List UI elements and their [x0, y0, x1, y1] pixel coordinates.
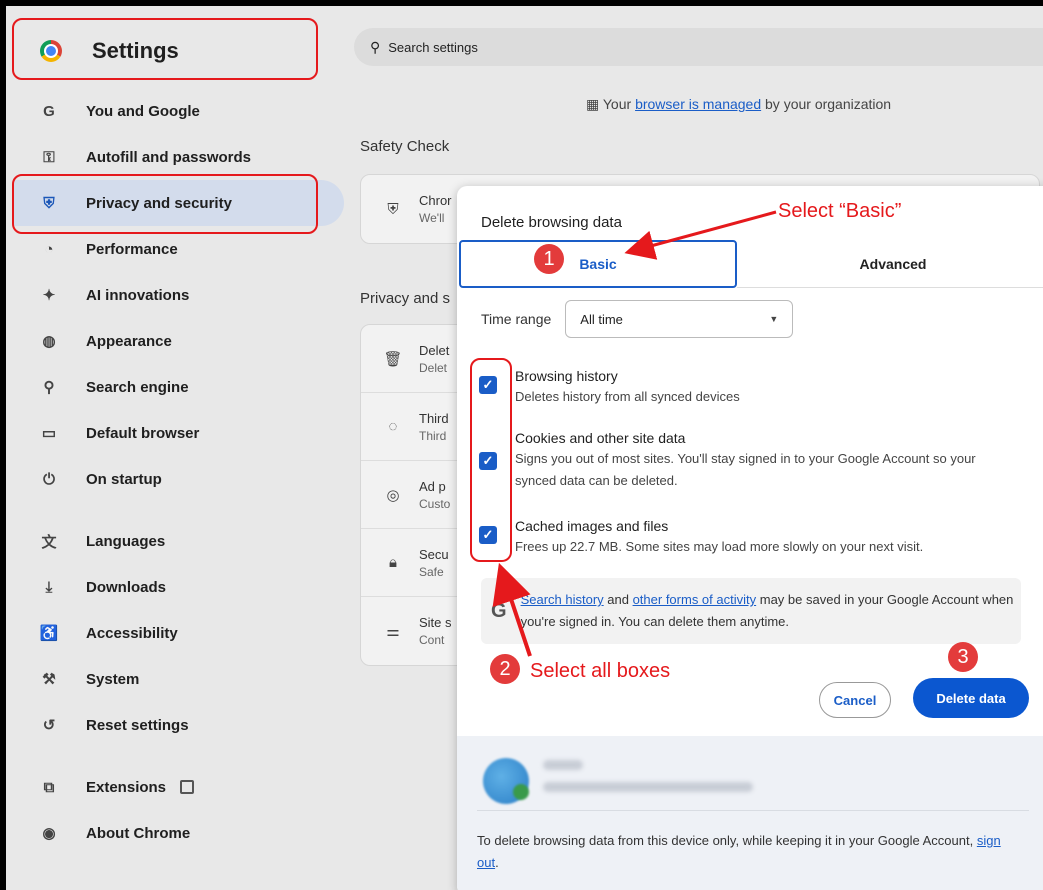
step-2-badge: 2 [490, 654, 520, 684]
arrow-to-checkboxes [492, 562, 532, 657]
step-1-badge: 1 [534, 244, 564, 274]
arrow-to-basic-tab [624, 210, 777, 260]
annotation-arrows [492, 210, 777, 657]
settings-window: Settings G You and Google ⚿ Autofill and p… [6, 6, 1043, 890]
step-3-badge: 3 [948, 642, 978, 672]
annotation-select-basic: Select “Basic” [778, 200, 902, 222]
annotation-select-all: Select all boxes [530, 660, 671, 682]
